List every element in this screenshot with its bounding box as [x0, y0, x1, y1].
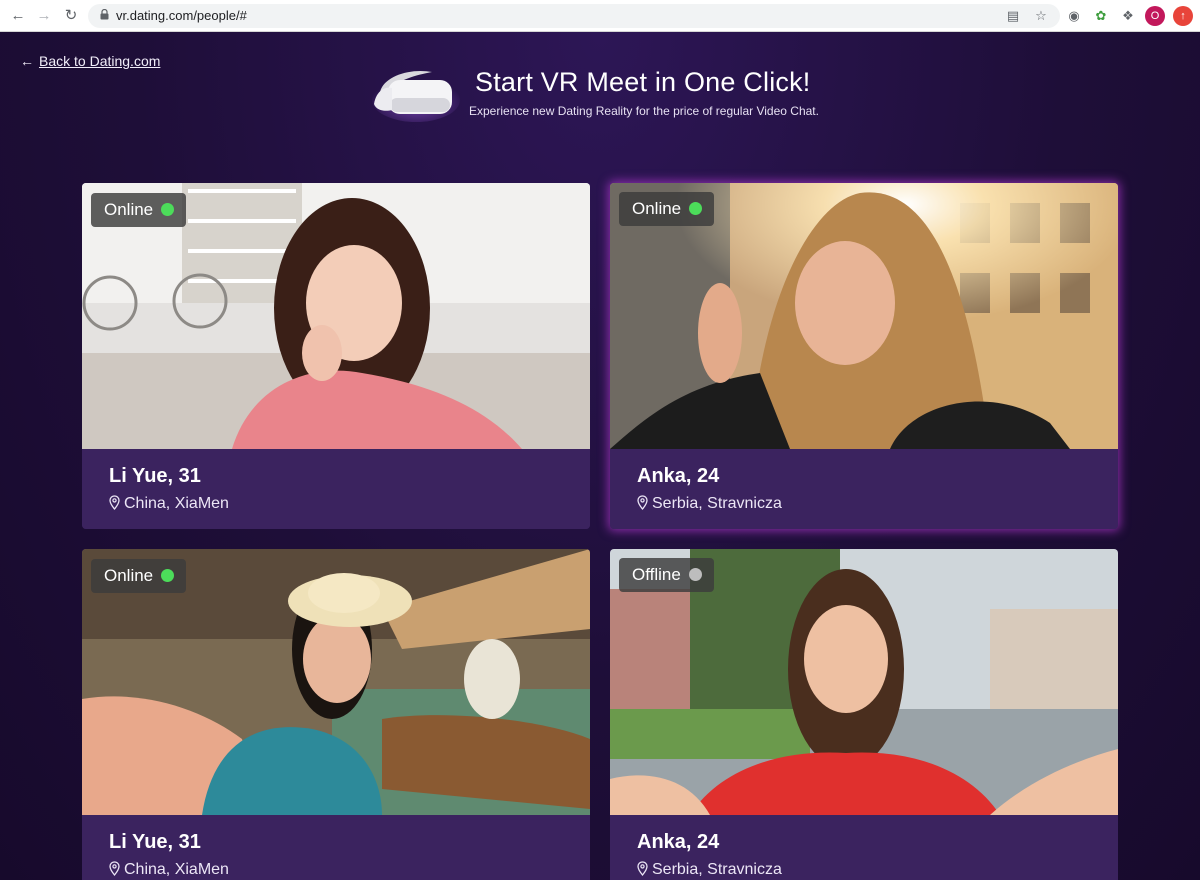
- status-badge: Online: [91, 193, 187, 227]
- hero-title: Start VR Meet in One Click!: [475, 67, 811, 97]
- forward-arrow-icon[interactable]: →: [34, 6, 54, 26]
- vr-headset-icon: [372, 70, 460, 122]
- profile-location: China, XiaMen: [109, 495, 229, 513]
- location-text: Serbia, Stravnicza: [652, 861, 782, 878]
- profile-location: China, XiaMen: [109, 861, 229, 879]
- profile-card[interactable]: Offline Anka, 24 Serbia, Stravnicza: [610, 549, 1118, 880]
- profile-name: Li Yue, 31: [109, 831, 201, 853]
- status-badge: Offline: [619, 558, 714, 592]
- camera-icon[interactable]: ◉: [1064, 6, 1084, 26]
- profile-card[interactable]: Online Li Yue, 31 China, XiaMen: [82, 549, 590, 880]
- profile-card[interactable]: Online Li Yue, 31 China, XiaMen: [82, 183, 590, 529]
- location-text: China, XiaMen: [124, 861, 229, 878]
- online-dot-icon: [161, 203, 175, 216]
- url-text[interactable]: vr.dating.com/people/#: [116, 8, 247, 23]
- profile-location: Serbia, Stravnicza: [637, 861, 782, 879]
- status-badge: Online: [619, 192, 715, 226]
- location-pin-icon: [637, 861, 648, 876]
- online-dot-icon: [689, 202, 703, 215]
- bookmark-star-icon[interactable]: ☆: [1032, 7, 1050, 25]
- address-bar[interactable]: vr.dating.com/people/# ▤ ☆: [88, 4, 1060, 28]
- back-arrow-icon[interactable]: ←: [8, 6, 28, 26]
- reload-icon[interactable]: ↻: [61, 6, 81, 26]
- profile-card[interactable]: Online Anka, 24 Serbia, Stravnicza: [610, 183, 1118, 529]
- profile-info: Li Yue, 31 China, XiaMen: [82, 449, 590, 529]
- location-text: Serbia, Stravnicza: [652, 495, 782, 512]
- vr-dating-page: ← Back to Dating.com Start VR Meet in One…: [0, 32, 1200, 880]
- extension-leaf-icon[interactable]: ✿: [1091, 6, 1111, 26]
- profile-name: Anka, 24: [637, 831, 720, 853]
- profile-info: Li Yue, 31 China, XiaMen: [82, 815, 590, 880]
- profile-info: Anka, 24 Serbia, Stravnicza: [610, 815, 1118, 880]
- back-link-label: Back to Dating.com: [39, 53, 161, 69]
- lock-icon: [100, 9, 109, 20]
- status-label: Online: [104, 566, 154, 585]
- translate-icon[interactable]: ▤: [1004, 7, 1022, 25]
- back-arrow-icon: ←: [20, 53, 34, 69]
- offline-dot-icon: [688, 568, 702, 581]
- profile-name: Li Yue, 31: [109, 465, 201, 487]
- location-pin-icon: [109, 861, 120, 876]
- vr-hero-banner[interactable]: Start VR Meet in One Click! Experience n…: [370, 62, 840, 132]
- hero-subtitle: Experience new Dating Reality for the pr…: [469, 104, 819, 118]
- location-text: China, XiaMen: [124, 495, 229, 512]
- profile-name: Anka, 24: [637, 465, 720, 487]
- extension-upload-icon[interactable]: ↑: [1173, 6, 1193, 26]
- status-label: Offline: [632, 565, 681, 584]
- status-label: Online: [104, 200, 154, 219]
- browser-toolbar: ← → ↻ vr.dating.com/people/# ▤ ☆ ◉ ✿ ❖ O…: [0, 0, 1200, 32]
- puzzle-extensions-icon[interactable]: ❖: [1118, 6, 1138, 26]
- profile-avatar[interactable]: O: [1145, 6, 1165, 26]
- location-pin-icon: [637, 495, 648, 510]
- online-dot-icon: [161, 569, 175, 582]
- status-badge: Online: [91, 559, 187, 593]
- status-label: Online: [632, 199, 682, 218]
- profile-info: Anka, 24 Serbia, Stravnicza: [610, 449, 1118, 529]
- profile-location: Serbia, Stravnicza: [637, 495, 782, 513]
- back-to-dating-link[interactable]: ← Back to Dating.com: [20, 53, 160, 69]
- location-pin-icon: [109, 495, 120, 510]
